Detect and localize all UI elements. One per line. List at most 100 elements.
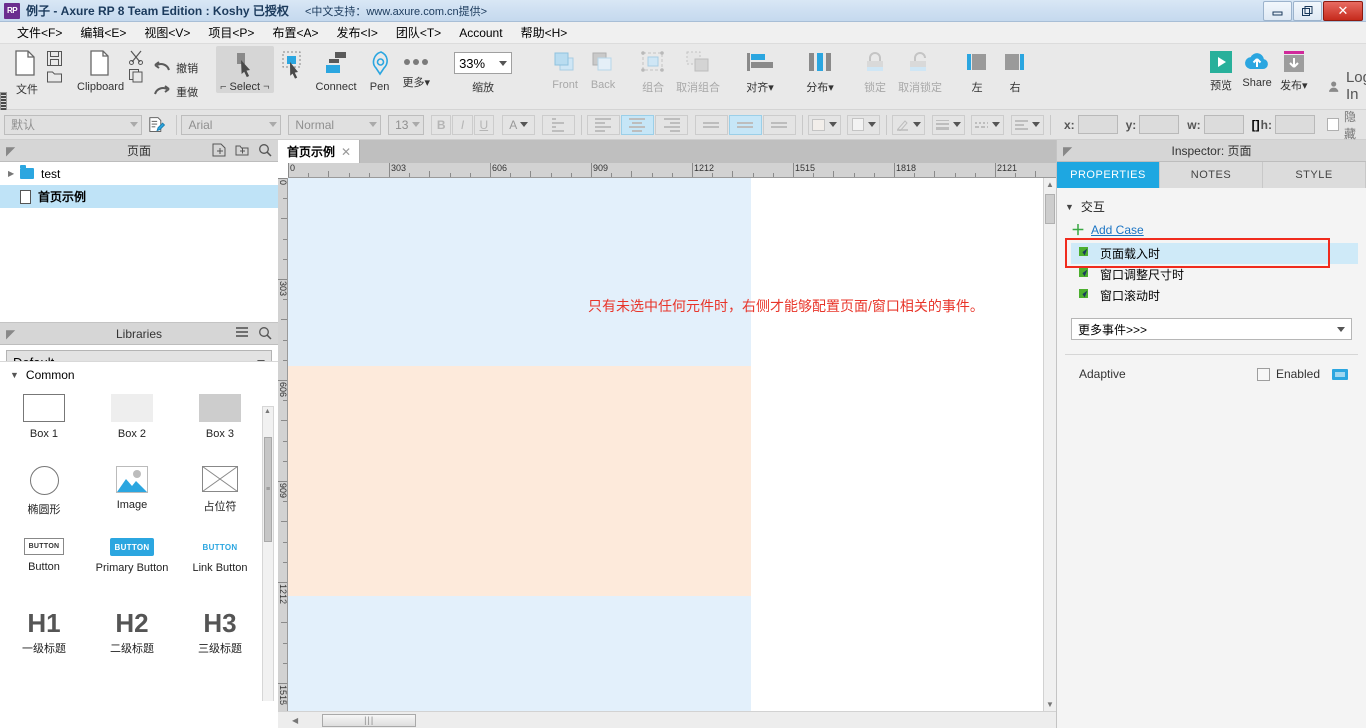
chevron-right-icon[interactable]: ▶ — [8, 169, 20, 178]
valign-bottom-button[interactable] — [762, 114, 796, 135]
distribute-button[interactable]: 分布▾ — [796, 46, 844, 95]
library-widget-link-button[interactable]: BUTTON Link Button — [176, 530, 264, 602]
collapse-icon[interactable]: ◤ — [1063, 144, 1072, 158]
library-widget-h3[interactable]: H3 三级标题 — [176, 602, 264, 674]
share-button[interactable]: Share — [1238, 46, 1276, 89]
link-dimensions-icon[interactable]: [] — [1252, 118, 1260, 132]
close-button[interactable]: ✕ — [1323, 1, 1363, 21]
cut-icon[interactable] — [128, 50, 144, 65]
font-family-select[interactable]: Arial — [181, 114, 282, 135]
line-width-button[interactable] — [931, 114, 965, 135]
tab-style[interactable]: STYLE — [1263, 162, 1366, 188]
undo-button[interactable]: 撤销 — [154, 58, 198, 76]
zoom-combo[interactable]: 33% — [454, 52, 513, 74]
event-row-window-scroll[interactable]: 窗口滚动时 — [1071, 285, 1358, 306]
copy-icon[interactable] — [128, 68, 144, 83]
align-left-button[interactable] — [586, 114, 620, 135]
save-icon[interactable] — [46, 50, 63, 67]
list-style-button[interactable] — [541, 114, 575, 135]
arrow-style-button[interactable] — [1010, 114, 1045, 135]
library-widget-box3[interactable]: Box 3 — [176, 386, 264, 458]
font-weight-select[interactable]: Normal — [288, 114, 381, 135]
tab-properties[interactable]: PROPERTIES — [1057, 162, 1160, 188]
italic-button[interactable]: I — [452, 114, 473, 135]
scroll-up-icon[interactable]: ▲ — [264, 408, 271, 415]
unlock-button[interactable]: 取消锁定 — [894, 46, 946, 95]
search-icon[interactable] — [258, 326, 272, 340]
adaptive-views-icon[interactable] — [1332, 368, 1348, 380]
menu-arrange[interactable]: 布置<A> — [263, 22, 327, 43]
login-button[interactable]: Log In — [1328, 69, 1366, 103]
more-tools-button[interactable]: 更多▾ — [399, 46, 435, 90]
widget-style-select[interactable]: 默认 — [4, 114, 143, 135]
ungroup-button[interactable]: 取消组合 — [672, 46, 724, 95]
left-panel-toggle-button[interactable]: 左 — [958, 46, 996, 95]
canvas-hscroll-thumb[interactable]: ||| — [322, 713, 417, 727]
event-row-window-resize[interactable]: 窗口调整尺寸时 — [1071, 264, 1358, 285]
menu-team[interactable]: 团队<T> — [387, 22, 450, 43]
style-edit-icon[interactable] — [148, 116, 165, 134]
scroll-left-icon[interactable]: ◀ — [292, 716, 298, 725]
valign-top-button[interactable] — [694, 114, 728, 135]
canvas-tab-home[interactable]: 首页示例 ✕ — [278, 140, 361, 163]
connect-tool-button[interactable]: Connect — [312, 46, 361, 93]
line-color-button[interactable] — [892, 114, 926, 135]
preview-button[interactable]: 预览 — [1204, 46, 1238, 93]
library-widget-button[interactable]: BUTTON Button — [0, 530, 88, 602]
interactions-section-header[interactable]: ▼ 交互 — [1065, 198, 1358, 215]
select-tool-button[interactable]: ⌐ Select ¬ — [216, 46, 274, 93]
restore-button[interactable] — [1293, 1, 1322, 21]
add-folder-icon[interactable] — [235, 143, 249, 157]
bold-button[interactable]: B — [431, 114, 452, 135]
menu-help[interactable]: 帮助<H> — [512, 22, 577, 43]
menu-view[interactable]: 视图<V> — [135, 22, 199, 43]
add-case-button[interactable]: ＋ Add Case — [1071, 223, 1358, 237]
line-style-button[interactable] — [971, 114, 1005, 135]
right-panel-toggle-button[interactable]: 右 — [996, 46, 1034, 95]
publish-button[interactable]: 发布▾ — [1276, 46, 1312, 93]
libraries-scroll-thumb[interactable]: ≡ — [264, 437, 272, 542]
y-input[interactable] — [1139, 115, 1180, 134]
shadow-button[interactable] — [847, 114, 881, 135]
underline-button[interactable]: U — [473, 114, 494, 135]
menu-edit[interactable]: 编辑<E> — [71, 22, 135, 43]
fill-color-button[interactable] — [807, 114, 841, 135]
library-widget-box2[interactable]: Box 2 — [88, 386, 176, 458]
menu-file[interactable]: 文件<F> — [8, 22, 71, 43]
menu-project[interactable]: 项目<P> — [199, 22, 263, 43]
page-tree-row-test[interactable]: ▶ test — [0, 162, 278, 185]
w-input[interactable] — [1203, 115, 1244, 134]
canvas-vertical-scrollbar[interactable]: ▲ ▼ — [1043, 178, 1056, 711]
search-icon[interactable] — [258, 143, 272, 157]
add-page-icon[interactable] — [212, 143, 226, 157]
library-widget-image[interactable]: Image — [88, 458, 176, 530]
collapse-icon[interactable]: ◤ — [6, 144, 15, 158]
h-input[interactable] — [1274, 115, 1315, 134]
font-size-select[interactable]: 13 — [388, 114, 424, 135]
add-case-label[interactable]: Add Case — [1091, 223, 1144, 237]
pen-tool-button[interactable]: Pen — [361, 46, 399, 93]
align-center-button[interactable] — [620, 114, 654, 135]
library-widget-ellipse[interactable]: 椭圆形 — [0, 458, 88, 530]
hamburger-icon[interactable] — [235, 326, 249, 338]
minimize-button[interactable] — [1263, 1, 1292, 21]
library-widget-placeholder[interactable]: 占位符 — [176, 458, 264, 530]
align-button[interactable]: 对齐▾ — [736, 46, 784, 95]
scroll-down-icon[interactable]: ▼ — [1046, 700, 1054, 709]
valign-middle-button[interactable] — [728, 114, 762, 135]
scroll-up-icon[interactable]: ▲ — [1046, 180, 1054, 189]
library-widget-h1[interactable]: H1 一级标题 — [0, 602, 88, 674]
hidden-checkbox[interactable] — [1326, 118, 1340, 131]
library-group-common[interactable]: ▼ Common — [0, 362, 278, 386]
align-right-button[interactable] — [654, 114, 689, 135]
x-input[interactable] — [1077, 115, 1118, 134]
event-row-page-load[interactable]: 页面载入时 — [1071, 243, 1358, 264]
close-icon[interactable]: ✕ — [341, 145, 351, 159]
canvas-vscroll-thumb[interactable] — [1045, 194, 1055, 224]
more-events-select[interactable]: 更多事件>>> — [1071, 318, 1352, 340]
canvas-horizontal-scrollbar[interactable]: ◀ ||| — [278, 711, 1056, 728]
file-button[interactable]: 文件 — [8, 46, 46, 97]
design-canvas[interactable]: 只有未选中任何元件时，右侧才能够配置页面/窗口相关的事件。 — [288, 178, 1043, 711]
paste-button[interactable]: Clipboard — [73, 46, 128, 93]
group-button[interactable]: 组合 — [634, 46, 672, 95]
